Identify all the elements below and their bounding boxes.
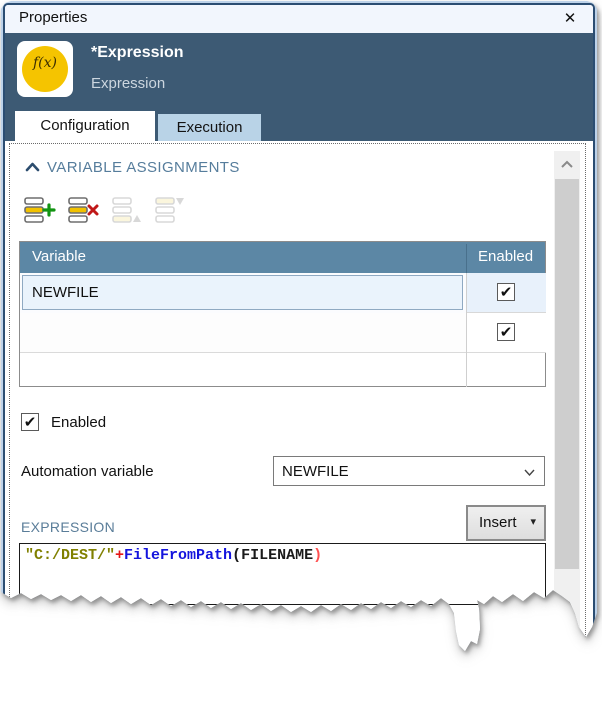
expression-section-label: EXPRESSION — [21, 519, 115, 535]
tab-execution[interactable]: Execution — [158, 114, 261, 141]
scrollbar-thumb[interactable] — [555, 179, 579, 569]
task-type: Expression — [91, 75, 165, 92]
table-row[interactable] — [20, 313, 466, 353]
properties-window-shadow: Properties ✕ f(x) *Expression Expression… — [1, 1, 599, 669]
move-row-down-icon[interactable] — [154, 195, 190, 227]
automation-variable-label: Automation variable — [21, 463, 154, 480]
tab-configuration[interactable]: Configuration — [15, 111, 155, 141]
delete-row-icon[interactable] — [67, 195, 103, 227]
insert-button-label: Insert — [479, 514, 517, 531]
title-bar: Properties ✕ — [5, 5, 593, 33]
variable-value: NEWFILE — [32, 284, 99, 301]
column-header-variable: Variable — [32, 248, 86, 265]
automation-variable-combobox[interactable]: NEWFILE — [273, 456, 545, 486]
task-name: *Expression — [91, 44, 183, 62]
fx-icon-label: f(x) — [17, 55, 73, 71]
task-header: f(x) *Expression Expression Configuratio… — [5, 33, 593, 141]
expression-code-line: "C:/DEST/"+FileFromPath(FILENAME) — [25, 547, 322, 564]
insert-button[interactable]: Insert ▾ — [466, 505, 546, 541]
collapse-section-icon[interactable] — [25, 162, 40, 172]
expression-task-icon: f(x) — [17, 41, 73, 97]
move-row-up-icon[interactable] — [111, 195, 147, 227]
variable-assignments-section-title: VARIABLE ASSIGNMENTS — [47, 159, 240, 176]
column-divider — [466, 244, 467, 273]
table-header: Variable Enabled — [20, 242, 545, 273]
variables-table: Variable Enabled NEWFILE ✔ ✔ — [19, 241, 546, 387]
row-enabled-checkbox[interactable]: ✔ — [497, 283, 515, 301]
add-row-icon[interactable] — [23, 195, 59, 227]
enabled-label: Enabled — [51, 414, 106, 431]
row-enabled-checkbox[interactable]: ✔ — [497, 323, 515, 341]
vertical-scrollbar[interactable] — [554, 151, 580, 663]
expression-editor[interactable]: "C:/DEST/"+FileFromPath(FILENAME) — [19, 543, 546, 605]
enabled-checkbox[interactable]: ✔ — [21, 413, 39, 431]
properties-window-outer: Properties ✕ f(x) *Expression Expression… — [1, 1, 599, 669]
enabled-cell: ✔ — [467, 273, 546, 313]
properties-window: Properties ✕ f(x) *Expression Expression… — [3, 3, 595, 663]
enabled-cell: ✔ — [467, 313, 546, 353]
variable-cell-selected[interactable]: NEWFILE — [22, 275, 463, 310]
close-icon[interactable]: ✕ — [559, 8, 581, 30]
column-header-enabled: Enabled — [478, 248, 533, 265]
window-title: Properties — [19, 9, 87, 26]
automation-variable-value: NEWFILE — [282, 463, 349, 480]
table-row[interactable]: NEWFILE — [20, 273, 466, 313]
scroll-up-icon[interactable] — [554, 151, 580, 177]
configuration-panel: VARIABLE ASSIGNMENTS — [5, 141, 593, 661]
insert-dropdown-caret-icon: ▾ — [530, 515, 536, 528]
chevron-down-icon — [524, 469, 535, 476]
